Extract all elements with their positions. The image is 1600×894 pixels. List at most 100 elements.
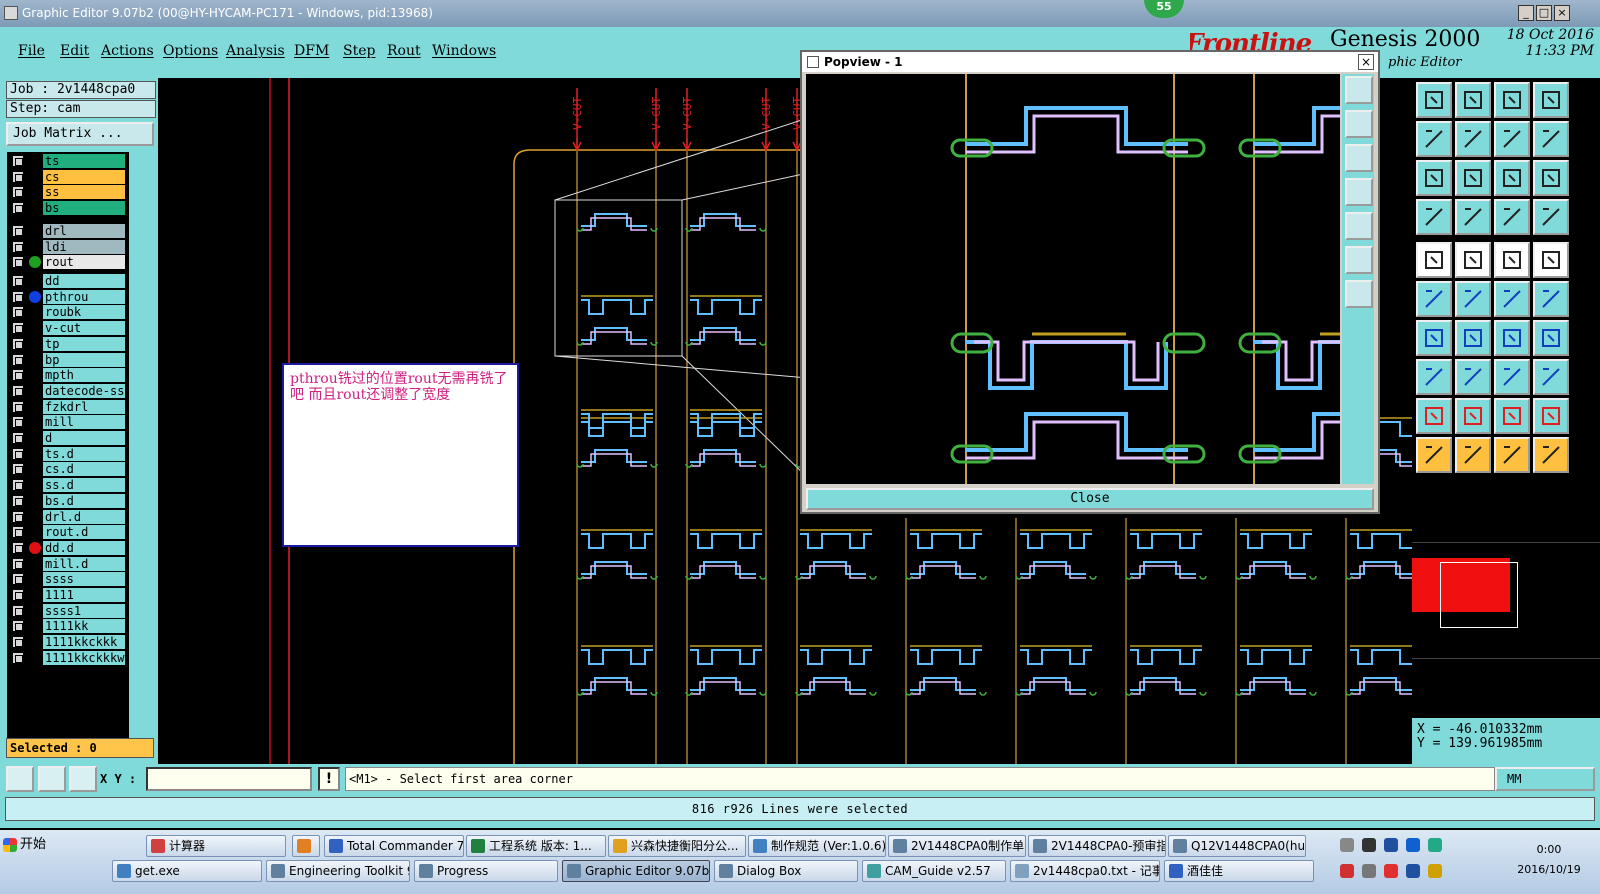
layer-name[interactable]: dd [43,274,125,288]
taskbar-item[interactable]: Graphic Editor 9.07b... [562,860,710,882]
layer-checkbox[interactable] [12,494,24,507]
zoom-sel-icon[interactable] [1533,121,1569,157]
taskbar-item[interactable]: 计算器 [146,835,286,857]
cross-icon[interactable] [1455,281,1491,317]
menu-rout[interactable]: Rout [387,43,421,59]
snap-icon[interactable] [1416,359,1452,395]
layer-checkbox[interactable] [12,400,24,413]
layer-row[interactable]: rout [7,255,129,270]
layer-name[interactable]: bs [43,201,125,216]
popview-pan-left-icon[interactable] [1345,178,1373,206]
menu-file[interactable]: File [18,43,45,59]
close-button[interactable]: × [1554,5,1570,21]
layer-row[interactable]: tp [7,336,129,351]
layer-checkbox[interactable] [12,353,24,366]
shield-icon[interactable] [1428,838,1442,852]
taskbar-item[interactable]: CAM_Guide v2.57 [862,860,1006,882]
pad-icon[interactable] [1416,242,1452,278]
layer-name[interactable]: pthrou [43,289,125,304]
taskbar-item[interactable]: Dialog Box [714,860,858,882]
units-select[interactable]: MM [1495,767,1595,791]
grid-snap-icon[interactable] [1494,359,1530,395]
layer-checkbox[interactable] [12,322,24,335]
keyboard-icon[interactable] [1340,838,1354,852]
alert-button[interactable]: ! [318,767,340,791]
x-icon[interactable] [1384,864,1398,878]
arrow-up-icon[interactable] [1455,398,1491,434]
taskbar-item[interactable]: Total Commander 7.0... [324,835,464,857]
layer-row[interactable]: 1111kk [7,619,129,634]
layer-checkbox[interactable] [12,155,24,167]
minus-icon[interactable] [1455,359,1491,395]
taskbar-item[interactable]: 兴森快捷衡阳分公... [608,835,746,857]
layer-row[interactable]: roubk [7,305,129,320]
pan-right-icon[interactable] [1455,121,1491,157]
select-net-icon[interactable] [1533,437,1569,473]
layer-row[interactable]: v-cut [7,321,129,336]
menu-dfm[interactable]: DFM [294,43,329,59]
layer-name[interactable]: drl.d [43,509,125,524]
layer-name[interactable]: 1111 [43,588,125,602]
layer-row[interactable]: 1111kkckkkw [7,650,129,665]
layer-name[interactable]: ts.d [43,446,125,461]
angle-icon[interactable] [1416,320,1452,356]
taskbar-item[interactable]: Progress [414,860,558,882]
menu-actions[interactable]: Actions [101,43,154,59]
start-button[interactable]: 开始 [0,832,52,858]
layer-name[interactable]: cs.d [43,462,125,477]
layer-checkbox[interactable] [12,463,24,476]
layer-checkbox[interactable] [12,186,24,199]
scale-1-2-icon[interactable] [1494,160,1530,196]
layer-checkbox[interactable] [12,636,24,649]
layer-checkbox[interactable] [12,225,24,237]
node-icon[interactable] [1416,281,1452,317]
line-icon[interactable] [1455,242,1491,278]
menu-analysis[interactable]: Analysis [226,43,285,59]
layer-row[interactable]: ss.d [7,478,129,493]
layer-row[interactable]: ss [7,185,129,200]
layer-row[interactable]: drl.d [7,509,129,524]
stretch-icon[interactable] [1533,281,1569,317]
layer-checkbox[interactable] [12,275,24,287]
layer-checkbox[interactable] [12,447,24,460]
menu-options[interactable]: Options [163,43,218,59]
taskbar-item[interactable]: 2V1448CPA0制作单... [888,835,1026,857]
layer-row[interactable]: ts.d [7,446,129,461]
layer-name[interactable]: drl [43,224,125,238]
layer-name[interactable]: rout [43,255,125,270]
layer-checkbox[interactable] [12,290,24,303]
popview-zoom-out-icon[interactable] [1345,144,1373,172]
taskbar-item[interactable]: Q12V1448CPA0(hua... [1168,835,1306,857]
layer-checkbox[interactable] [12,557,24,570]
popview-pan-right-icon[interactable] [1345,212,1373,240]
taskbar-item[interactable]: 酒佳佳 [1164,860,1314,882]
popview-canvas[interactable] [806,74,1340,484]
home-icon[interactable] [1494,82,1530,118]
measure-icon[interactable] [38,766,66,792]
usb-icon[interactable] [1362,864,1376,878]
layer-checkbox[interactable] [12,337,24,350]
select-icon[interactable] [1416,437,1452,473]
job-matrix-button[interactable]: Job Matrix ... [6,122,154,146]
layer-name[interactable]: ldi [43,239,125,254]
layer-checkbox[interactable] [12,202,24,215]
text-a-icon[interactable] [1494,398,1530,434]
volume-icon[interactable] [1428,864,1442,878]
layer-checkbox[interactable] [12,170,24,183]
layer-name[interactable]: bs.d [43,493,125,508]
slash-icon[interactable] [1455,320,1491,356]
layer-checkbox[interactable] [12,432,24,444]
layer-row[interactable]: mpth [7,368,129,383]
layer-name[interactable]: bp [43,352,125,367]
layer-checkbox[interactable] [12,589,24,601]
menu-step[interactable]: Step [343,43,375,59]
copy-icon[interactable] [1533,359,1569,395]
layer-name[interactable]: ss.d [43,478,125,493]
layer-checkbox[interactable] [12,573,24,586]
layer-name[interactable]: mill.d [43,556,125,571]
layer-row[interactable]: mill.d [7,556,129,571]
layer-row[interactable]: d [7,431,129,445]
layer-row[interactable]: bs.d [7,493,129,508]
layer-name[interactable]: ssss1 [43,603,125,618]
layer-checkbox[interactable] [12,651,24,664]
